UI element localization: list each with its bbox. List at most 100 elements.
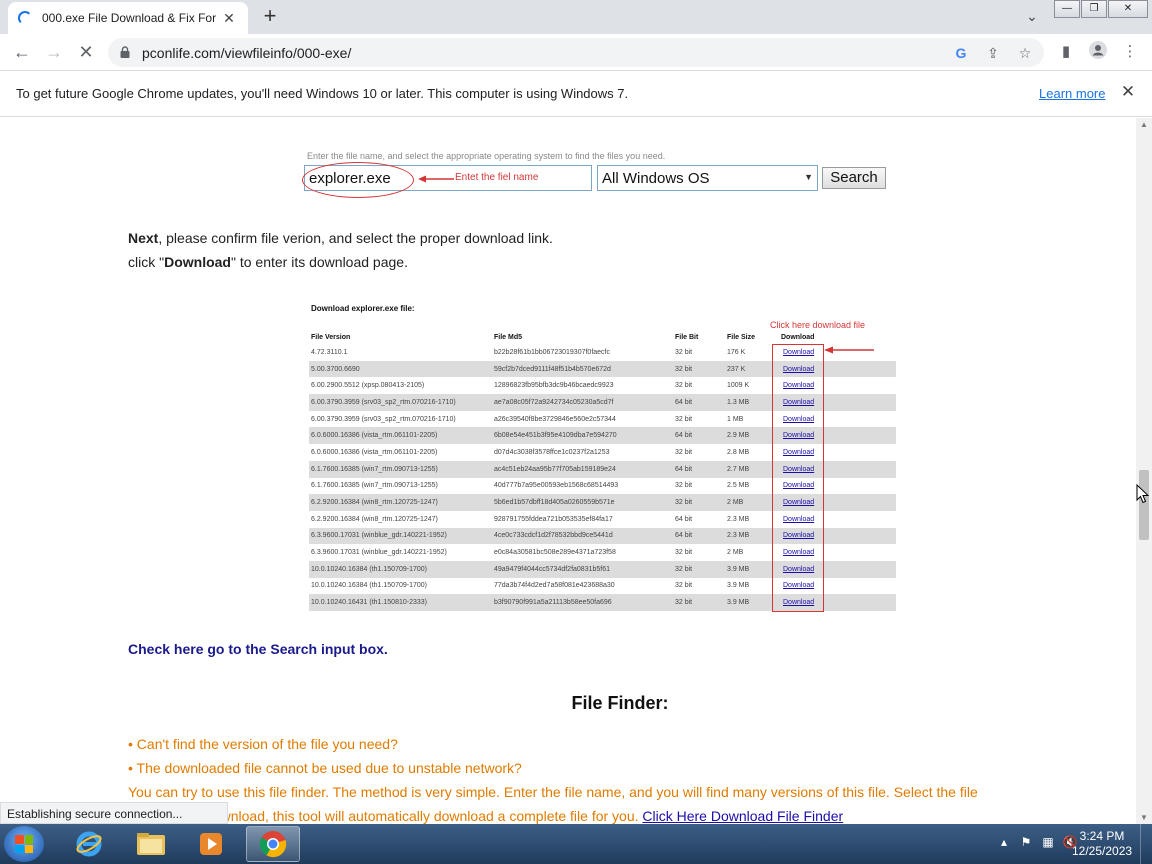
table-row: 4.72.3110.1 b22b28f61b1bb06723019307f0fae…	[309, 344, 896, 361]
scroll-up-icon[interactable]: ▲	[1140, 120, 1148, 129]
instruction-line-1: Next, please confirm file verion, and se…	[128, 230, 553, 246]
side-panel-icon[interactable]: ▮	[1055, 41, 1077, 63]
stop-icon[interactable]: ✕	[74, 40, 98, 64]
download-link[interactable]: Download	[783, 499, 814, 506]
clock-time: 3:24 PM	[1079, 829, 1125, 843]
back-icon[interactable]: ←	[10, 40, 34, 64]
finder-paragraph-1: You can try to use this file finder. The…	[128, 784, 978, 800]
instruction-line-2: click "Download" to enter its download p…	[128, 254, 408, 270]
goto-search-link[interactable]: Check here go to the Search input box.	[128, 641, 388, 657]
table-row: 6.1.7600.16385 (win7_rtm.090713-1255) 40d…	[309, 478, 896, 495]
taskbar-file-explorer[interactable]	[124, 826, 178, 862]
infobar-close-icon[interactable]: ✕	[1118, 82, 1138, 102]
folder-icon	[137, 833, 165, 855]
browser-tab[interactable]: 000.exe File Download & Fix For ✕	[8, 2, 248, 34]
page-scrollbar[interactable]: ▲ ▼	[1136, 118, 1152, 824]
bookmark-star-icon[interactable]: ☆	[1015, 43, 1035, 63]
scroll-down-icon[interactable]: ▼	[1140, 813, 1148, 822]
loading-spinner-icon	[18, 11, 32, 25]
scroll-thumb[interactable]	[1139, 470, 1149, 540]
more-menu-icon[interactable]: ⋮	[1119, 41, 1141, 63]
tray-expand-icon[interactable]: ▴	[996, 834, 1012, 850]
taskbar-media-player[interactable]	[184, 826, 238, 862]
file-size-cell: 3.9 MB	[725, 594, 771, 611]
tab-search-chevron-icon[interactable]: ⌄	[1022, 8, 1042, 28]
window-controls: — ❐ ✕	[1053, 0, 1148, 18]
download-file-finder-link[interactable]: Click Here Download File Finder	[642, 808, 843, 824]
table-row: 6.3.9600.17031 (winblue_gdr.140221-1952)…	[309, 527, 896, 545]
taskbar-chrome[interactable]	[246, 826, 300, 862]
file-size-cell: 1009 K	[727, 382, 750, 390]
action-center-flag-icon[interactable]: ⚑	[1018, 834, 1034, 850]
file-bit-cell: 32 bit	[675, 415, 693, 423]
download-link[interactable]: Download	[783, 516, 814, 523]
file-size-cell: 2.5 MB	[727, 482, 750, 490]
avatar	[1089, 41, 1107, 59]
download-link[interactable]: Download	[783, 466, 814, 473]
file-version-cell: 6.0.6000.16386 (vista_rtm.061101-2205)	[309, 427, 492, 445]
file-md5-cell: 928791755fddea721b053535ef84fa17	[494, 515, 613, 523]
lock-icon	[120, 46, 130, 58]
learn-more-link[interactable]: Learn more	[1039, 86, 1105, 101]
table-row: 10.0.10240.16384 (th1.150709-1700) 49a947…	[309, 560, 896, 578]
download-cell: Download	[771, 427, 896, 445]
download-link[interactable]: Download	[783, 399, 814, 406]
download-link[interactable]: Download	[783, 566, 814, 573]
download-cell: Download	[771, 544, 896, 561]
network-icon[interactable]: ▦	[1040, 834, 1056, 850]
download-link[interactable]: Download	[783, 382, 814, 389]
table-row: 6.0.6000.16386 (vista_rtm.061101-2205) 6b…	[309, 427, 896, 445]
header-download: Download	[781, 333, 815, 341]
show-desktop-button[interactable]	[1140, 824, 1152, 864]
file-version-cell: 6.1.7600.16385 (win7_rtm.090713-1255)	[311, 482, 438, 490]
download-link[interactable]: Download	[783, 416, 814, 423]
filename-annotation: Entet the fiel name	[455, 172, 539, 183]
download-link[interactable]: Download	[783, 582, 814, 589]
file-version-cell: 4.72.3110.1	[311, 348, 348, 356]
download-annotation-arrow-icon	[824, 346, 874, 354]
download-cell: Download	[771, 478, 896, 495]
taskbar-internet-explorer[interactable]	[62, 826, 116, 862]
tab-close-icon[interactable]: ✕	[220, 9, 238, 27]
file-bit-cell: 64 bit	[673, 460, 725, 478]
forward-icon[interactable]: →	[42, 40, 66, 64]
filename-input[interactable]: explorer.exe Entet the fiel name	[302, 162, 592, 198]
download-link[interactable]: Download	[783, 449, 814, 456]
download-link[interactable]: Download	[783, 599, 814, 606]
start-button[interactable]	[4, 826, 44, 862]
search-button[interactable]: Search	[822, 167, 886, 189]
download-cell: Download	[771, 594, 896, 611]
download-link[interactable]: Download	[783, 549, 814, 556]
os-select[interactable]: All Windows OS ▼	[597, 165, 818, 191]
screen: 000.exe File Download & Fix For ✕ + ⌄ — …	[0, 0, 1152, 864]
download-cell: Download	[771, 578, 896, 595]
download-link[interactable]: Download	[783, 366, 814, 373]
tab-strip: 000.exe File Download & Fix For ✕ + ⌄ — …	[0, 0, 1152, 34]
file-size-cell: 2 MB	[725, 494, 771, 511]
download-cell: Download	[771, 527, 896, 545]
download-cell: Download	[771, 394, 896, 411]
taskbar-clock[interactable]: 3:24 PM 12/25/2023	[1072, 829, 1132, 859]
download-link[interactable]: Download	[783, 432, 814, 439]
download-link[interactable]: Download	[783, 532, 814, 539]
table-row: 6.2.9200.16384 (win8_rtm.120725-1247) 5b6…	[309, 494, 896, 511]
file-md5-cell: a26c39540f8be3729846e560e2c57344	[494, 415, 616, 423]
file-size-cell: 2.8 MB	[727, 448, 750, 456]
close-window-button[interactable]: ✕	[1108, 0, 1148, 18]
file-bit-cell: 64 bit	[673, 527, 725, 545]
annotation-ellipse	[302, 162, 414, 198]
download-cell: Download	[771, 560, 896, 578]
restore-button[interactable]: ❐	[1081, 0, 1107, 18]
media-player-icon	[200, 833, 222, 855]
file-size-cell: 237 K	[725, 360, 771, 378]
file-md5-cell: 77da3b74f4d2ed7a58f081e423688a30	[494, 582, 615, 590]
minimize-button[interactable]: —	[1054, 0, 1080, 18]
google-lens-icon[interactable]: G	[951, 43, 971, 63]
new-tab-icon[interactable]: +	[258, 5, 282, 29]
address-bar[interactable]: pconlife.com/viewfileinfo/000-exe/ G ⇪ ☆	[108, 38, 1044, 67]
download-link[interactable]: Download	[783, 349, 814, 356]
file-md5-cell: 4ce0c733cdcf1d2f78532bbd9ce5441d	[492, 527, 673, 545]
download-link[interactable]: Download	[783, 482, 814, 489]
profile-avatar-icon[interactable]	[1087, 41, 1109, 63]
share-icon[interactable]: ⇪	[983, 43, 1003, 63]
